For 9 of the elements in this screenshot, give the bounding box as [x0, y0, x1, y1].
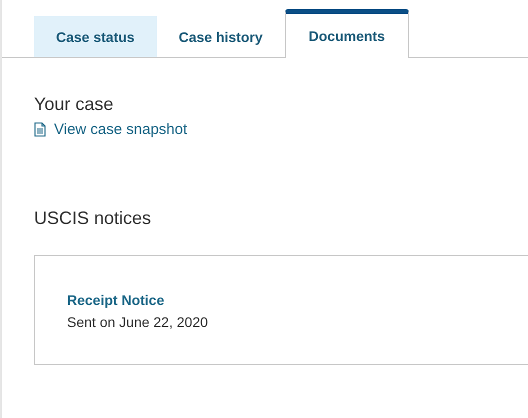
tab[interactable]: Case history	[156, 16, 285, 57]
notice-date: Sent on June 22, 2020	[67, 314, 208, 330]
snapshot-link[interactable]: View case snapshot	[34, 121, 188, 138]
tab[interactable]: Documents	[284, 9, 409, 58]
document-icon	[34, 122, 46, 137]
tab[interactable]: Case status	[34, 16, 157, 57]
section-heading: USCIS notices	[34, 208, 152, 229]
notice-title[interactable]: Receipt Notice	[67, 292, 164, 308]
section-heading: Your case	[34, 94, 114, 115]
